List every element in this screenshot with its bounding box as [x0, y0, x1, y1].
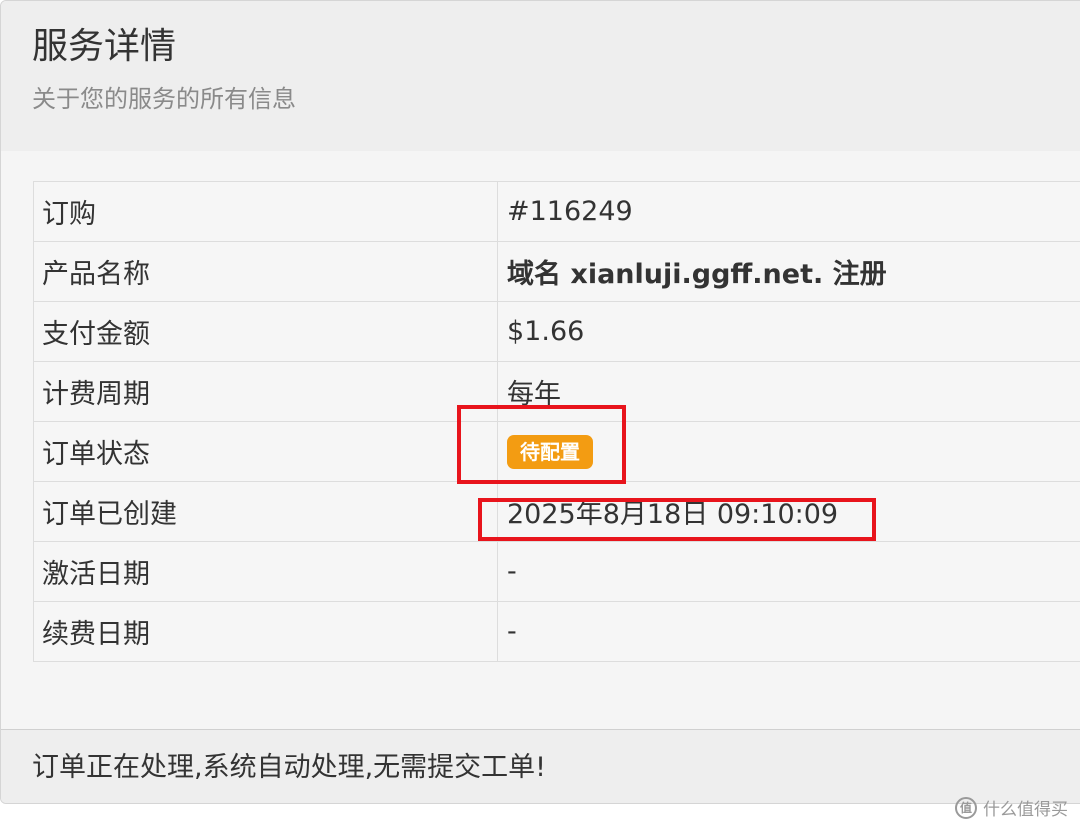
service-details-table: 订购 #116249 产品名称 域名 xianluji.ggff.net. 注册… [33, 181, 1080, 662]
watermark-text: 什么值得买 [983, 800, 1068, 820]
table-row: 订购 #116249 [33, 181, 1080, 242]
service-details-panel: 服务详情 关于您的服务的所有信息 订购 #116249 产品名称 域名 xian… [0, 0, 1080, 804]
order-created-value: 2025年8月18日 09:10:09 [497, 481, 1080, 542]
activation-date-label: 激活日期 [33, 541, 498, 602]
table-row: 产品名称 域名 xianluji.ggff.net. 注册 [33, 241, 1080, 302]
billing-cycle-label: 计费周期 [33, 361, 498, 422]
table-row: 支付金额 $1.66 [33, 301, 1080, 362]
panel-footer: 订单正在处理,系统自动处理,无需提交工单! [1, 729, 1080, 803]
order-created-label: 订单已创建 [33, 481, 498, 542]
footer-message: 订单正在处理,系统自动处理,无需提交工单! [32, 752, 546, 783]
product-name-label: 产品名称 [33, 241, 498, 302]
renewal-date-label: 续费日期 [33, 601, 498, 662]
table-row: 订单已创建 2025年8月18日 09:10:09 [33, 481, 1080, 542]
order-status-label: 订单状态 [33, 421, 498, 482]
renewal-date-value: - [497, 601, 1080, 662]
product-name-value: 域名 xianluji.ggff.net. 注册 [497, 241, 1080, 302]
table-row: 计费周期 每年 [33, 361, 1080, 422]
order-number: #116249 [497, 181, 1080, 242]
table-row: 续费日期 - [33, 601, 1080, 662]
billing-cycle-value: 每年 [497, 361, 1080, 422]
order-label: 订购 [33, 181, 498, 242]
watermark: 值 什么值得买 [955, 795, 1068, 820]
panel-header: 服务详情 关于您的服务的所有信息 [1, 1, 1080, 152]
page-title: 服务详情 [32, 26, 177, 67]
payment-amount-value: $1.66 [497, 301, 1080, 362]
panel-body: 订购 #116249 产品名称 域名 xianluji.ggff.net. 注册… [1, 151, 1080, 729]
status-badge: 待配置 [507, 434, 593, 469]
table-row: 订单状态 待配置 [33, 421, 1080, 482]
table-row: 激活日期 - [33, 541, 1080, 602]
activation-date-value: - [497, 541, 1080, 602]
payment-amount-label: 支付金额 [33, 301, 498, 362]
page-subtitle: 关于您的服务的所有信息 [32, 85, 296, 113]
watermark-logo-icon: 值 [955, 796, 977, 819]
order-status-cell: 待配置 [497, 421, 1080, 482]
